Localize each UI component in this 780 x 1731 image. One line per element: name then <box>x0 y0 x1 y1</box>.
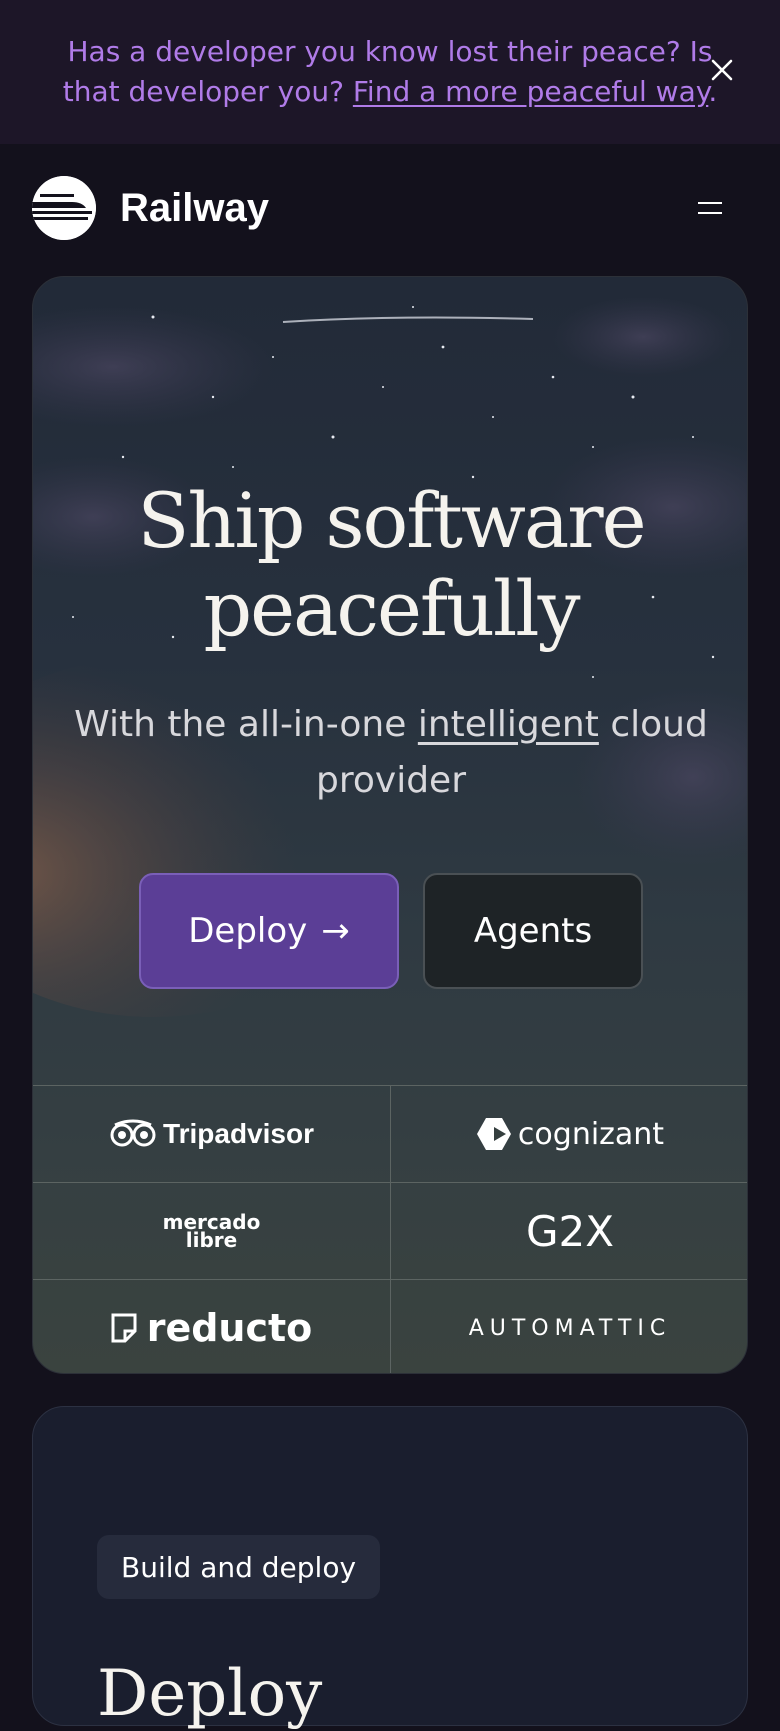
announcement-banner: Has a developer you know lost their peac… <box>0 0 780 144</box>
cognizant-mark-icon <box>476 1118 511 1150</box>
railway-logo-icon[interactable] <box>32 176 96 240</box>
reducto-logo: reducto <box>146 1306 313 1350</box>
brand-name[interactable]: Railway <box>120 186 269 231</box>
close-icon <box>711 59 733 81</box>
hero-card: Ship software peacefully With the all-in… <box>32 276 748 1374</box>
tripadvisor-owl-icon <box>110 1119 156 1147</box>
cognizant-logo: cognizant <box>517 1116 665 1152</box>
hero-title-line-2: peacefully <box>203 564 580 653</box>
deploy-button-label: Deploy <box>188 911 308 951</box>
tripadvisor-logo: Tripadvisor <box>163 1118 314 1149</box>
arrow-right-icon: → <box>321 911 350 951</box>
hamburger-menu-icon[interactable] <box>690 196 730 220</box>
logo-cell-reducto: reducto <box>33 1280 391 1373</box>
agents-button[interactable]: Agents <box>423 873 643 989</box>
automattic-logo: AUTOMATTIC <box>468 1315 672 1341</box>
site-header: Railway <box>0 144 780 274</box>
g2x-logo: G2X <box>525 1206 615 1256</box>
logo-cell-g2x: G2X <box>391 1183 747 1280</box>
banner-link[interactable]: Find a more peaceful way <box>353 75 708 108</box>
reducto-mark-icon <box>111 1313 137 1343</box>
section-heading: Deploy <box>97 1657 323 1731</box>
hero-subtitle: With the all-in-one intelligent cloud pr… <box>73 697 709 809</box>
logo-cell-mercadolibre: mercado libre <box>33 1183 391 1280</box>
hero-title: Ship software peacefully <box>33 476 747 653</box>
intelligent-link[interactable]: intelligent <box>418 704 599 745</box>
deploy-button[interactable]: Deploy → <box>139 873 399 989</box>
hero-title-line-1: Ship software <box>137 476 646 565</box>
close-banner-button[interactable] <box>704 52 740 88</box>
logo-cell-automattic: AUTOMATTIC <box>391 1280 747 1373</box>
section-pill: Build and deploy <box>97 1535 381 1599</box>
agents-button-label: Agents <box>473 911 593 951</box>
hero-subtitle-start: With the all-in-one <box>74 704 418 745</box>
logo-cell-tripadvisor: Tripadvisor <box>33 1086 391 1183</box>
customer-logos-grid: Tripadvisor cognizant mercado libre G2X <box>33 1085 747 1373</box>
logo-cell-cognizant: cognizant <box>391 1086 747 1183</box>
build-deploy-section: Build and deploy Deploy <box>32 1406 748 1731</box>
banner-text: Has a developer you know lost their peac… <box>50 32 730 112</box>
